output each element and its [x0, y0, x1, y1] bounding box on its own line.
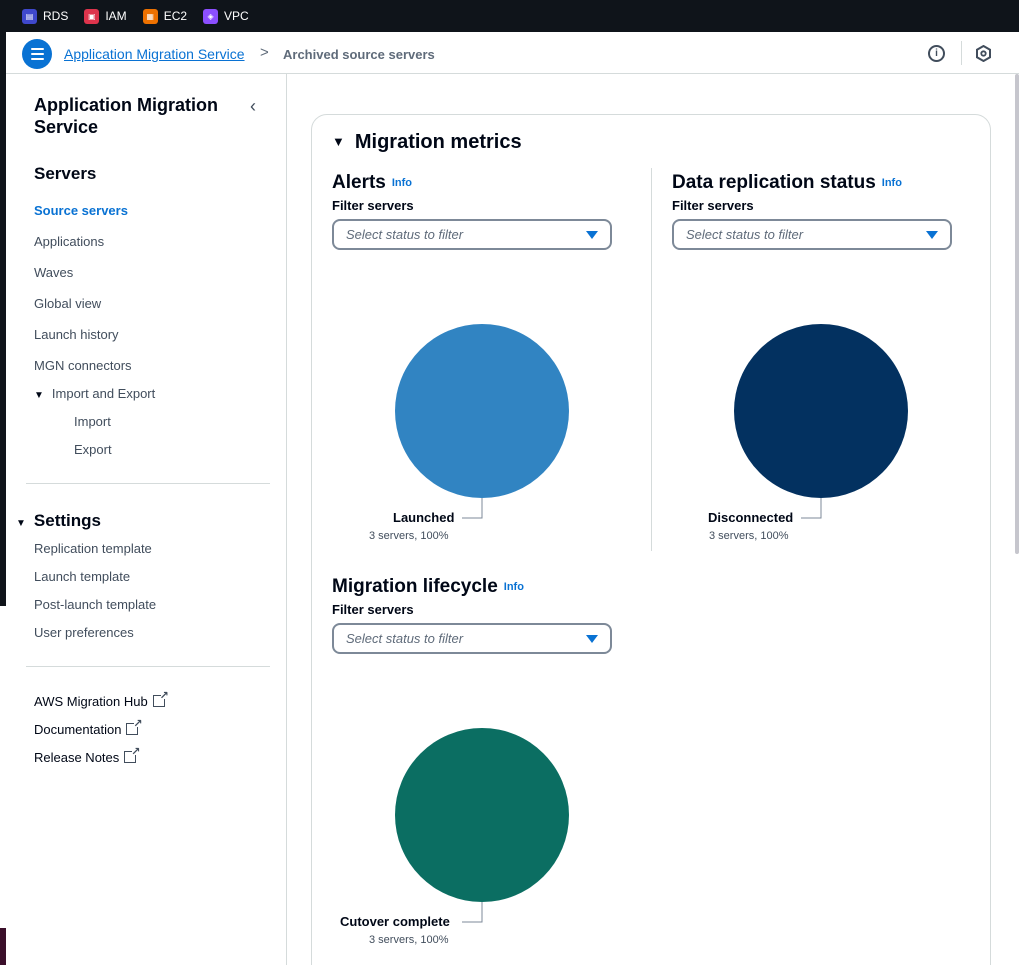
- rds-icon: ▤: [22, 8, 37, 24]
- alerts-pie-slice-launched[interactable]: [395, 324, 569, 498]
- nav-divider: [26, 666, 270, 667]
- replication-status-filter-select[interactable]: Select status to filter: [672, 219, 952, 250]
- alerts-pie-chart: [395, 324, 569, 519]
- nav-title[interactable]: Application Migration Service: [34, 94, 234, 138]
- nav-item-mgn-connectors[interactable]: MGN connectors: [34, 358, 132, 373]
- column-divider: [651, 168, 652, 551]
- nav-item-user-preferences[interactable]: User preferences: [34, 625, 134, 640]
- nav-item-launch-template[interactable]: Launch template: [34, 569, 130, 584]
- external-link-icon: [124, 745, 140, 763]
- nav-heading-settings-label: Settings: [33, 511, 101, 530]
- replication-filter-placeholder: Select status to filter: [686, 227, 804, 242]
- menu-line-icon: [30, 58, 44, 60]
- replication-slice-detail: 3 servers, 100%: [709, 530, 789, 542]
- alerts-title: Alerts: [332, 172, 386, 193]
- lifecycle-pie-slice-cutover-complete[interactable]: [395, 728, 569, 902]
- lifecycle-info-link[interactable]: Info: [504, 581, 524, 593]
- menu-line-icon: [30, 48, 44, 50]
- replication-info-link[interactable]: Info: [882, 177, 902, 189]
- lifecycle-filter-placeholder: Select status to filter: [346, 631, 464, 646]
- nav-link-documentation[interactable]: Documentation: [34, 717, 142, 737]
- nav-divider: [26, 483, 270, 484]
- alerts-filter-label: Filter servers: [332, 198, 414, 213]
- nav-expandable-import-export[interactable]: ▼ Import and Export: [34, 386, 155, 401]
- lifecycle-filter-label: Filter servers: [332, 602, 414, 617]
- chevron-right-icon: >: [260, 44, 269, 61]
- alerts-info-link[interactable]: Info: [392, 177, 412, 189]
- caret-down-icon: ▼: [34, 390, 44, 401]
- caret-down-icon: ▼: [16, 518, 26, 529]
- nav-link-release-notes-label: Release Notes: [34, 750, 120, 765]
- caret-down-icon: ▼: [332, 134, 345, 149]
- toolbar-divider: [961, 41, 962, 65]
- favorite-ec2[interactable]: ▦ EC2: [142, 8, 188, 24]
- hexagon-settings-icon[interactable]: [975, 45, 992, 62]
- favorites-bar: ▤ RDS ▣ IAM ▦ EC2 ◈ VPC: [6, 0, 1019, 32]
- external-link-icon: [152, 689, 169, 707]
- replication-section-title: Data replication status Info: [672, 172, 902, 194]
- alerts-pie-leader-line: [462, 498, 483, 519]
- ec2-icon: ▦: [142, 8, 158, 24]
- favorite-rds[interactable]: ▤ RDS: [22, 8, 69, 24]
- migration-metrics-title: Migration metrics: [354, 131, 522, 153]
- nav-item-source-servers[interactable]: Source servers: [34, 203, 128, 218]
- breadcrumb-bar: Application Migration Service > Archived…: [6, 32, 1019, 74]
- caret-down-icon: [926, 231, 938, 239]
- external-link-icon: [126, 717, 142, 735]
- nav-link-migration-hub[interactable]: AWS Migration Hub: [34, 689, 169, 709]
- lifecycle-pie-chart: [395, 728, 569, 923]
- nav-heading-servers: Servers: [34, 164, 97, 183]
- replication-pie-leader-line: [801, 498, 822, 519]
- lifecycle-pie-leader-line: [462, 902, 483, 923]
- nav-item-launch-history[interactable]: Launch history: [34, 327, 119, 342]
- replication-pie-slice-disconnected[interactable]: [734, 324, 908, 498]
- nav-item-waves[interactable]: Waves: [34, 265, 73, 280]
- nav-item-replication-template[interactable]: Replication template: [34, 541, 152, 556]
- nav-item-applications[interactable]: Applications: [34, 234, 104, 249]
- lifecycle-slice-detail: 3 servers, 100%: [369, 934, 449, 946]
- nav-link-documentation-label: Documentation: [34, 722, 122, 737]
- favorite-iam-label: IAM: [105, 9, 127, 23]
- lifecycle-status-filter-select[interactable]: Select status to filter: [332, 623, 612, 654]
- favorite-rds-label: RDS: [43, 9, 69, 23]
- alerts-slice-label: Launched: [393, 510, 455, 525]
- alerts-slice-detail: 3 servers, 100%: [369, 530, 449, 542]
- lifecycle-slice-label: Cutover complete: [340, 914, 450, 929]
- alerts-filter-placeholder: Select status to filter: [346, 227, 464, 242]
- favorite-iam[interactable]: ▣ IAM: [84, 8, 127, 24]
- nav-item-global-view[interactable]: Global view: [34, 296, 101, 311]
- alerts-status-filter-select[interactable]: Select status to filter: [332, 219, 612, 250]
- alerts-section-title: Alerts Info: [332, 172, 412, 194]
- caret-down-icon: [586, 231, 598, 239]
- side-navigation: Application Migration Service ‹ Servers …: [6, 74, 287, 965]
- info-circle-icon[interactable]: i: [928, 45, 945, 62]
- breadcrumb-current: Archived source servers: [283, 47, 435, 62]
- nav-heading-settings[interactable]: ▼ Settings: [16, 511, 101, 531]
- nav-item-import-export-label: Import and Export: [51, 386, 156, 401]
- favorite-vpc-label: VPC: [224, 9, 249, 23]
- caret-down-icon: [586, 635, 598, 643]
- collapse-nav-icon[interactable]: ‹: [250, 96, 256, 117]
- replication-pie-chart: [734, 324, 908, 519]
- nav-item-import[interactable]: Import: [74, 414, 111, 429]
- iam-icon: ▣: [84, 8, 100, 24]
- hamburger-menu-button[interactable]: [22, 39, 52, 69]
- breadcrumb-home-link[interactable]: Application Migration Service: [64, 46, 245, 62]
- nav-link-migration-hub-label: AWS Migration Hub: [34, 694, 148, 709]
- vpc-icon: ◈: [203, 8, 219, 24]
- migration-metrics-header[interactable]: ▼ Migration metrics: [332, 131, 522, 154]
- replication-title: Data replication status: [672, 172, 876, 193]
- replication-slice-label: Disconnected: [708, 510, 794, 525]
- nav-link-release-notes[interactable]: Release Notes: [34, 745, 140, 765]
- lifecycle-section-title: Migration lifecycle Info: [332, 576, 524, 598]
- nav-item-export[interactable]: Export: [74, 442, 112, 457]
- replication-filter-label: Filter servers: [672, 198, 754, 213]
- nav-item-post-launch-template[interactable]: Post-launch template: [34, 597, 156, 612]
- page-scrollbar[interactable]: [1015, 74, 1019, 554]
- favorite-ec2-label: EC2: [163, 9, 188, 23]
- lifecycle-title: Migration lifecycle: [332, 576, 498, 597]
- menu-line-icon: [30, 53, 44, 55]
- favorite-vpc[interactable]: ◈ VPC: [203, 8, 249, 24]
